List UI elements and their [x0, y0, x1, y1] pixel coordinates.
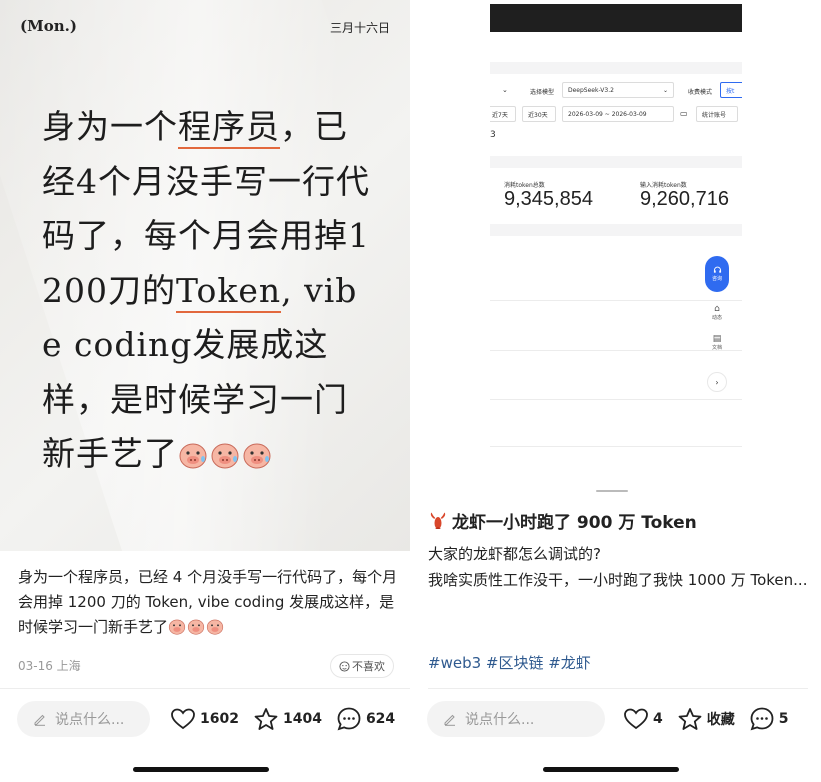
cover-headline: 身为一个程序员，已经4个月没手写一行代码了，每个月会用掉1200刀的Token,…	[42, 100, 372, 482]
pencil-icon	[444, 714, 455, 726]
billing-button-label: 按t	[726, 87, 735, 95]
screenshot-band	[490, 62, 742, 74]
favorite-button[interactable]: 收藏	[677, 707, 735, 732]
pig-face-emoji	[206, 619, 224, 635]
favorite-button[interactable]: 1404	[253, 707, 322, 732]
expand-button[interactable]: ›	[707, 372, 727, 392]
heart-icon	[171, 708, 195, 730]
cover-underline-token: Token	[176, 270, 282, 313]
comment-button[interactable]: 5	[749, 706, 789, 732]
date-range-picker[interactable]: 2026-03-09 ~ 2026-03-09	[562, 106, 674, 122]
pig-face-emoji	[187, 619, 205, 635]
comment-count: 5	[778, 711, 789, 727]
post-title: 龙虾一小时跑了 900 万 Token	[428, 508, 697, 533]
divider	[490, 446, 742, 447]
billing-button[interactable]: 按t	[720, 82, 742, 98]
docs-shortcut[interactable]: ▤ 文档	[706, 334, 728, 351]
book-icon: ▤	[712, 334, 722, 344]
range-7-button[interactable]: 近7天	[490, 106, 516, 122]
favorite-count: 1404	[282, 711, 322, 727]
comment-input[interactable]: 说点什么...	[17, 701, 150, 737]
model-select[interactable]: DeepSeek-V3.2 ⌄	[562, 82, 674, 98]
comment-placeholder: 说点什么...	[55, 712, 125, 728]
comment-bubble-icon	[337, 707, 361, 731]
body-line-1: 大家的龙虾都怎么调试的?	[428, 545, 601, 563]
activity-shortcut[interactable]: ⌂ 动态	[706, 304, 728, 321]
screenshot-band	[490, 156, 742, 168]
calendar-icon: ▭	[680, 109, 688, 118]
cover-image[interactable]: (Mon.) 三月十六日 身为一个程序员，已经4个月没手写一行代码了，每个月会用…	[0, 0, 410, 551]
divider	[428, 688, 808, 689]
divider	[0, 688, 410, 689]
body-line-2: 我啥实质性工作没干，一小时跑了我快 1000 万 Token...	[428, 571, 808, 589]
left-post: (Mon.) 三月十六日 身为一个程序员，已经4个月没手写一行代码了，每个月会用…	[0, 0, 410, 782]
billing-label: 收费模式	[688, 89, 713, 96]
post-tags[interactable]: #web3 #区块链 #龙虾	[428, 652, 591, 673]
comment-count: 624	[365, 711, 396, 727]
chevron-right-icon: ›	[715, 377, 719, 387]
like-count: 4	[653, 711, 663, 727]
home-indicator[interactable]	[543, 767, 679, 772]
range-30-label: 近30天	[528, 111, 548, 119]
action-bar: 说点什么... 1602 1404 624	[17, 700, 397, 738]
account-label: 统计账号	[702, 111, 727, 119]
comment-bubble-icon	[750, 707, 774, 731]
date-start: 2026-03-09	[568, 110, 603, 118]
consumed-value: 9,345,854	[504, 188, 593, 210]
screenshot-header-dark	[490, 4, 742, 32]
range-30-button[interactable]: 近30天	[522, 106, 556, 122]
screenshot-band	[490, 224, 742, 236]
dislike-label: 不喜欢	[352, 660, 385, 673]
divider	[490, 399, 742, 400]
right-post: ⌄ 选择模型 DeepSeek-V3.2 ⌄ 收费模式 按t 近7天 近30天 2…	[412, 0, 821, 782]
bell-icon: ⌂	[714, 304, 720, 314]
carousel-indicator	[596, 490, 628, 492]
post-caption: 身为一个程序员，已经 4 个月没手写一行代码了，每个月会用掉 1200 刀的 T…	[18, 565, 398, 640]
post-title-text: 龙虾一小时跑了 900 万 Token	[452, 513, 697, 533]
pig-face-emoji	[211, 443, 239, 469]
activity-label: 动态	[711, 315, 722, 321]
stray-digit: 3	[490, 130, 496, 140]
model-value: DeepSeek-V3.2	[568, 86, 614, 94]
action-bar: 说点什么... 4 收藏 5	[427, 700, 812, 738]
dislike-button[interactable]: 不喜欢	[330, 654, 394, 678]
cover-weekday: (Mon.)	[20, 17, 77, 35]
post-body: 大家的龙虾都怎么调试的? 我啥实质性工作没干，一小时跑了我快 1000 万 To…	[428, 541, 808, 593]
lobster-emoji	[430, 512, 446, 529]
dashboard-screenshot[interactable]: ⌄ 选择模型 DeepSeek-V3.2 ⌄ 收费模式 按t 近7天 近30天 2…	[490, 0, 742, 452]
pig-face-emoji	[168, 619, 186, 635]
chevron-down-icon: ⌄	[662, 86, 668, 94]
pig-face-emoji	[179, 443, 207, 469]
comment-input[interactable]: 说点什么...	[427, 701, 605, 737]
favorite-label: 收藏	[706, 712, 735, 728]
range-7-label: 近7天	[492, 111, 508, 119]
consult-label: 咨询	[711, 276, 722, 282]
post-date-location: 03-16 上海	[18, 659, 81, 673]
smile-icon	[339, 660, 350, 672]
cover-text-1: 身为一个	[42, 107, 178, 146]
pig-emoji-group	[178, 434, 274, 473]
cover-underline-programmer: 程序员	[178, 107, 280, 149]
home-indicator[interactable]	[133, 767, 269, 772]
comment-button[interactable]: 624	[336, 706, 395, 732]
date-end: ~ 2026-03-09	[604, 110, 647, 118]
dropdown-chevron-icon: ⌄	[502, 86, 508, 94]
model-label: 选择模型	[530, 89, 555, 96]
divider	[490, 300, 742, 301]
consult-button[interactable]: 咨询	[705, 256, 729, 292]
account-button[interactable]: 统计账号	[696, 106, 738, 122]
pig-face-emoji	[243, 443, 271, 469]
like-button[interactable]: 4	[623, 707, 663, 731]
star-icon	[254, 707, 278, 730]
star-icon	[678, 707, 702, 730]
pencil-icon	[34, 714, 45, 726]
headset-icon	[713, 266, 721, 273]
divider	[490, 350, 742, 351]
comment-placeholder: 说点什么...	[465, 712, 535, 728]
input-value: 9,260,716	[640, 188, 729, 210]
heart-icon	[624, 708, 648, 730]
cover-date: 三月十六日	[329, 21, 390, 35]
like-count: 1602	[200, 711, 239, 727]
like-button[interactable]: 1602	[170, 707, 239, 731]
